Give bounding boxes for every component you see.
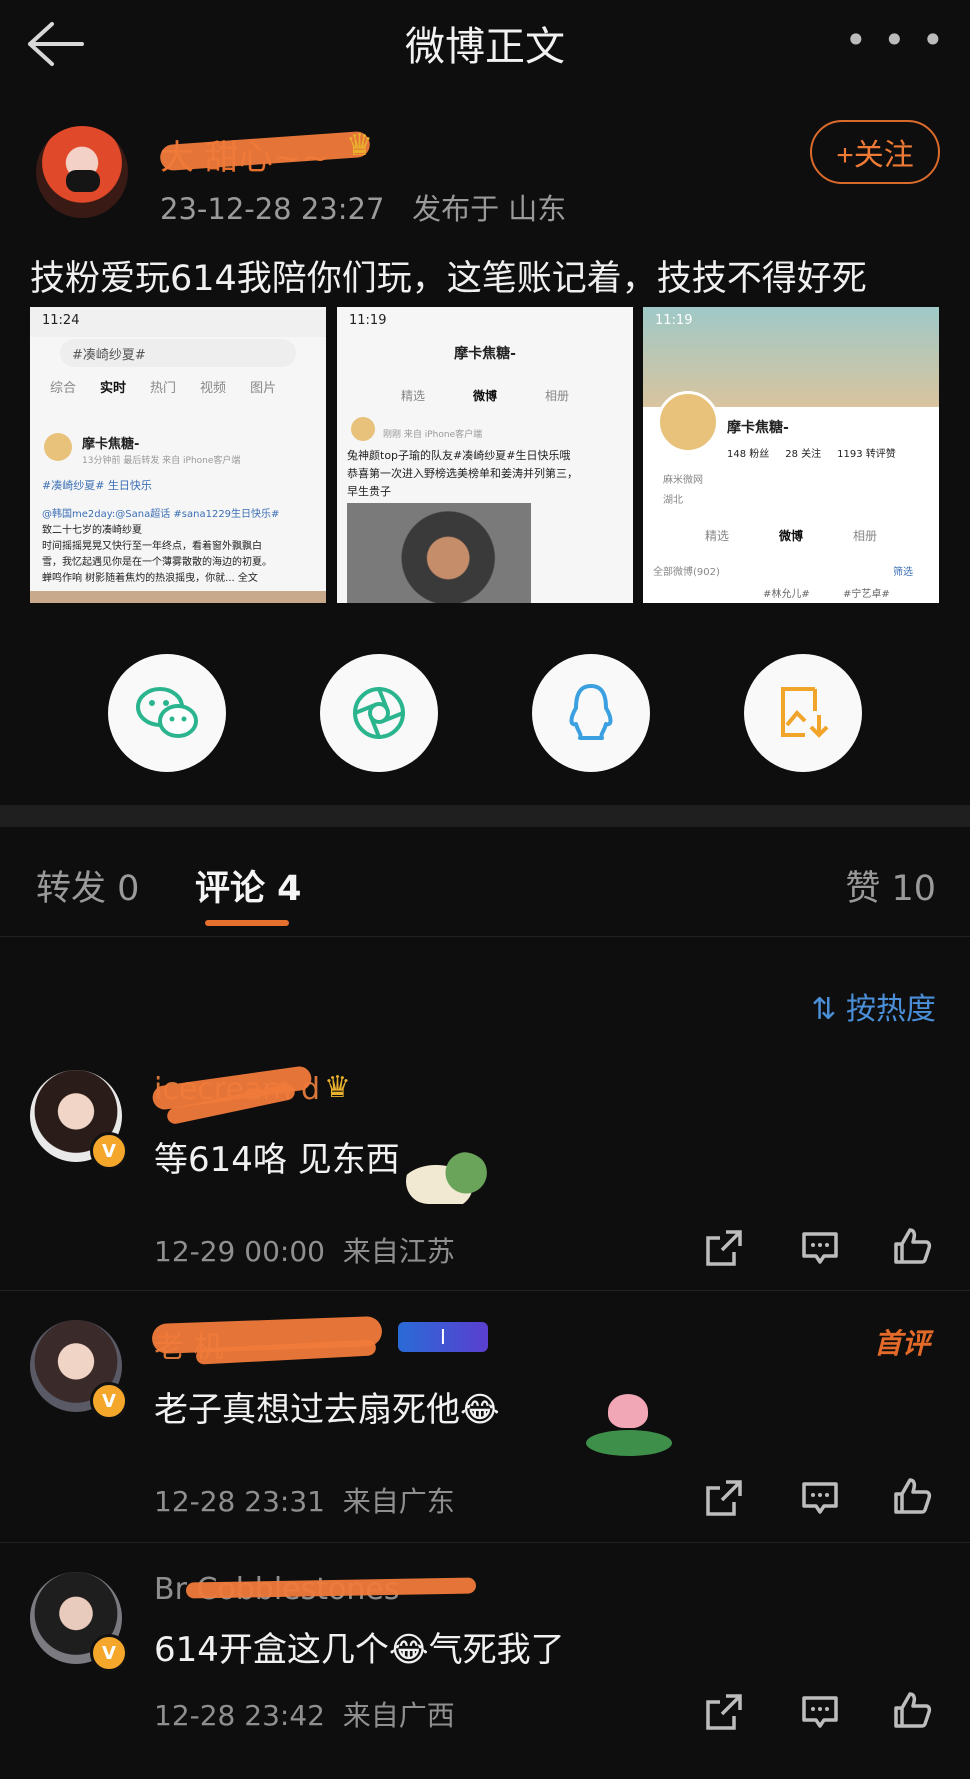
thumb-tag: #宁艺卓# xyxy=(843,589,890,600)
thumb-line: 致二十七岁的凑崎纱夏 xyxy=(42,525,142,536)
post-text: 技粉爱玩614我陪你们玩，这笔账记着，技技不得好死 xyxy=(30,259,867,299)
post-image-2[interactable]: 11:19 摩卡焦糖- 精选 微博 相册 刚刚 来自 iPhone客户端 兔神颜… xyxy=(337,307,633,603)
crown-icon: ♛ xyxy=(324,1070,351,1105)
author-avatar[interactable] xyxy=(36,126,128,218)
like-comment-icon[interactable] xyxy=(892,1226,932,1266)
search-text: #凑崎纱夏# xyxy=(72,348,146,363)
comment-location: 来自广西 xyxy=(342,1699,455,1732)
share-qq-button[interactable] xyxy=(532,654,650,772)
reply-comment-icon[interactable] xyxy=(800,1478,840,1518)
tab-label: 实时 xyxy=(100,381,127,396)
thumb-line: @韩国me2day:@Sana超话 #sana1229生日快乐# xyxy=(42,509,280,520)
page-title: 微博正文 xyxy=(405,24,565,70)
tab-like[interactable]: 赞 10 xyxy=(845,860,936,911)
reply-comment-icon[interactable] xyxy=(800,1692,840,1732)
tab-repost[interactable]: 转发 0 xyxy=(36,860,139,911)
tab-label: 相册 xyxy=(545,389,570,403)
thumb-sub: 13分钟前 最后转发 来自 iPhone客户端 xyxy=(82,456,241,466)
comment-meta: 12-28 23:31 来自广东 xyxy=(154,1480,455,1520)
tab-label: 视频 xyxy=(200,381,227,396)
crown-icon: ♛ xyxy=(346,128,373,163)
sort-label: 按热度 xyxy=(846,992,936,1027)
thumb-info: 湖北 xyxy=(663,495,683,506)
comment-time: 12-28 23:31 xyxy=(154,1485,325,1518)
thumb-line: 蝉鸣作响 树影随着焦灼的热浪摇曳，你就... 全文 xyxy=(42,573,258,584)
tab-label: 热门 xyxy=(150,381,177,396)
status-time: 11:24 xyxy=(42,313,80,328)
status-time: 11:19 xyxy=(655,313,693,328)
divider xyxy=(0,1290,970,1291)
tab-comment[interactable]: 评论 4 xyxy=(195,860,302,911)
thumb-sub: 刚刚 来自 iPhone客户端 xyxy=(383,430,483,440)
post-time: 23-12-28 23:27 xyxy=(160,192,385,226)
thumb-stat: 148 粉丝 xyxy=(727,449,770,460)
status-time: 11:19 xyxy=(349,313,387,328)
share-comment-icon[interactable] xyxy=(704,1478,744,1518)
qq-icon xyxy=(569,684,613,740)
first-comment-badge: 首评 xyxy=(873,1327,930,1360)
active-tab-indicator xyxy=(205,920,289,926)
comment-text: 老子真想过去扇死他😂 xyxy=(154,1390,500,1430)
post-location: 发布于 山东 xyxy=(412,192,567,226)
post-meta: 23-12-28 23:27 发布于 山东 xyxy=(160,186,566,228)
sort-icon: ⇅ xyxy=(811,992,837,1027)
like-comment-icon[interactable] xyxy=(892,1476,932,1516)
verified-icon: V xyxy=(90,1634,128,1672)
thumb-filter: 筛选 xyxy=(893,567,913,578)
post-image-1[interactable]: 11:24 #凑崎纱夏# 综合 实时 热门 视频 图片 摩卡焦糖- 13分钟前 … xyxy=(30,307,326,603)
thumb-nav-title: 摩卡焦糖- xyxy=(454,346,516,362)
thumb-line: 恭喜第一次进入野榜选美榜单和姜涛并列第三， xyxy=(347,467,578,480)
comment-time: 12-28 23:42 xyxy=(154,1699,325,1732)
sort-by-hot-button[interactable]: ⇅ 按热度 xyxy=(811,984,936,1028)
comment-text: 等614咯 见东西 xyxy=(154,1140,400,1180)
tab-label: 精选 xyxy=(400,389,425,403)
lotus-sticker xyxy=(586,1390,672,1460)
share-comment-icon[interactable] xyxy=(704,1692,744,1732)
comment-location: 来自广东 xyxy=(342,1485,455,1518)
section-separator xyxy=(0,805,970,827)
verified-icon: V xyxy=(90,1132,128,1170)
more-options-icon[interactable]: • • • xyxy=(845,21,946,59)
thumb-line: 时间摇摇晃晃又快行至一年终点，看着窗外飘飘白 xyxy=(42,541,262,552)
comment-meta: 12-28 23:42 来自广西 xyxy=(154,1694,455,1734)
level-badge-icon: Ⅰ xyxy=(398,1322,488,1352)
share-moments-button[interactable] xyxy=(320,654,438,772)
follow-button[interactable]: +关注 xyxy=(810,120,940,184)
sticker-decoration xyxy=(406,1152,492,1204)
thumb-user: 摩卡焦糖- xyxy=(82,437,140,452)
tab-label: 图片 xyxy=(250,381,277,396)
verified-icon: V xyxy=(90,1382,128,1420)
comment-location: 来自江苏 xyxy=(342,1235,455,1268)
divider xyxy=(0,936,970,937)
share-comment-icon[interactable] xyxy=(704,1228,744,1268)
tab-label: 精选 xyxy=(704,529,729,543)
wechat-icon xyxy=(136,687,198,738)
post-image-3[interactable]: 11:19 摩卡焦糖- 148 粉丝 28 关注 1193 转评赞 麻米微网 湖… xyxy=(643,307,939,603)
tab-label: 相册 xyxy=(853,529,878,543)
thumb-user: 摩卡焦糖- xyxy=(727,420,789,436)
comment-text: 614开盒这几个😂气死我了 xyxy=(154,1630,565,1670)
reply-comment-icon[interactable] xyxy=(800,1228,840,1268)
share-wechat-button[interactable] xyxy=(108,654,226,772)
thumb-line: 兔神颜top子瑜的队友#凑崎纱夏#生日快乐哦 xyxy=(347,449,571,462)
thumb-line: #凑崎纱夏# 生日快乐 xyxy=(42,479,152,492)
thumb-stat: 1193 转评赞 xyxy=(837,449,896,460)
thumb-stat: 28 关注 xyxy=(785,449,822,460)
moments-icon xyxy=(353,687,405,739)
save-image-button[interactable] xyxy=(744,654,862,772)
tab-label: 综合 xyxy=(50,381,77,396)
like-comment-icon[interactable] xyxy=(892,1690,932,1730)
comment-meta: 12-29 00:00 来自江苏 xyxy=(154,1230,455,1270)
thumb-line: 早生贵子 xyxy=(347,485,391,498)
comment-time: 12-29 00:00 xyxy=(154,1235,325,1268)
thumb-line: 雪，我忆起遇见你是在一个薄雾散散的海边的初夏。 xyxy=(42,557,272,568)
thumb-info: 麻米微网 xyxy=(663,475,703,486)
tab-label: 微博 xyxy=(472,389,497,403)
save-image-icon xyxy=(781,687,829,738)
tab-label: 微博 xyxy=(778,529,803,543)
divider xyxy=(0,1542,970,1543)
